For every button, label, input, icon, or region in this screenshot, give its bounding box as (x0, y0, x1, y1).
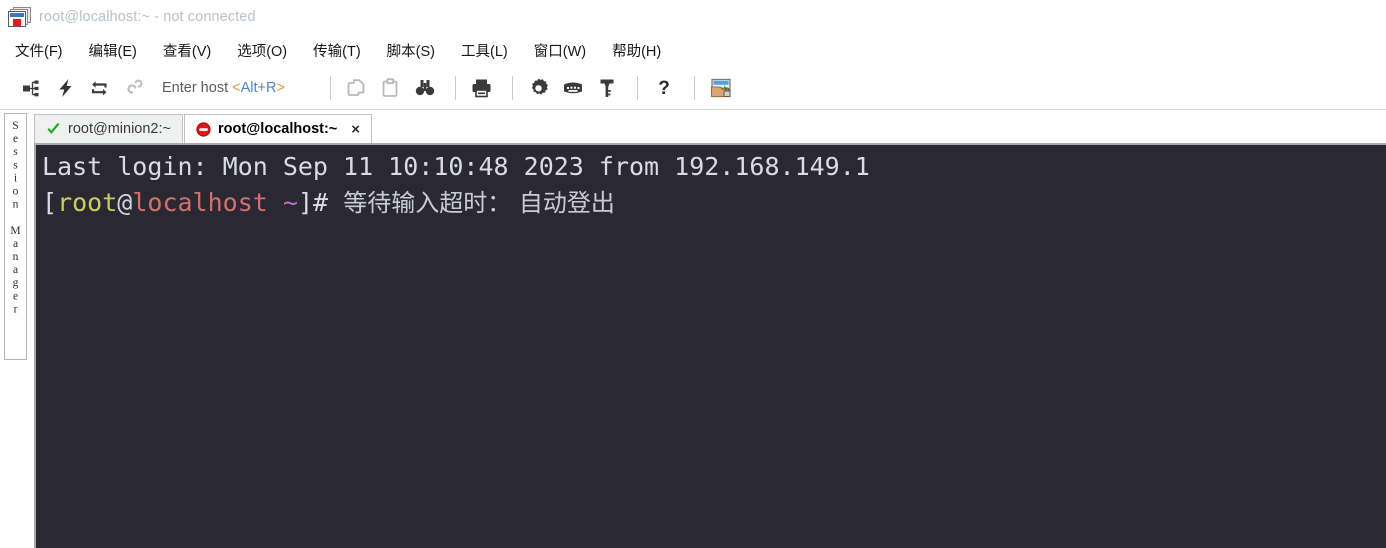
menu-help[interactable]: 帮助(H) (611, 38, 662, 63)
prompt-bracket-close: ]# (297, 188, 329, 217)
toolbar-separator-1 (329, 76, 331, 100)
menu-edit[interactable]: 编辑(E) (88, 38, 138, 63)
menu-options[interactable]: 选项(O) (236, 38, 288, 63)
prompt-tilde: ~ (282, 188, 298, 217)
connect-session-icon[interactable] (16, 74, 46, 102)
key-icon[interactable] (592, 74, 622, 102)
menu-tools[interactable]: 工具(L) (460, 38, 509, 63)
menu-view[interactable]: 查看(V) (162, 38, 212, 63)
tab-strip: root@minion2:~ root@localhost:~ × (26, 110, 1386, 143)
terminal-line-prompt: [root@localhost ~]# 等待输入超时： 自动登出 (42, 185, 1386, 221)
securecrt-window: root@localhost:~ - not connected 文件(F) 编… (0, 0, 1386, 548)
toolbar-separator-5 (693, 76, 695, 100)
host-field-shortcut: Alt+R (240, 80, 277, 96)
main-body: Session Manager root@minion2:~ root@loca… (0, 110, 1386, 548)
securecrt-app-icon (8, 6, 31, 27)
red-prohibited-icon (196, 121, 211, 137)
reconnect-arrows-icon[interactable] (84, 74, 114, 102)
host-field-prefix: Enter host (162, 80, 233, 96)
disconnect-broken-link-icon (118, 74, 148, 102)
prompt-at: @ (117, 188, 133, 217)
terminal-timeout-message: 等待输入超时： 自动登出 (328, 189, 615, 217)
prompt-user: root (57, 188, 118, 217)
tab-label: root@localhost:~ (217, 121, 338, 137)
host-field-shortcut-close: > (276, 80, 285, 96)
toolbar-separator-3 (511, 76, 513, 100)
last-login-text: Last login: Mon Sep 11 10:10:48 2023 fro… (42, 152, 870, 181)
toolbar: Enter host <Alt+R> ? (0, 67, 1386, 110)
toolbar-separator-2 (454, 76, 456, 100)
title-bar: root@localhost:~ - not connected (0, 0, 1386, 33)
terminal-wrapper: Last login: Mon Sep 11 10:10:48 2023 fro… (26, 143, 1386, 548)
prompt-bracket-open: [ (42, 188, 58, 217)
tab-label: root@minion2:~ (68, 121, 171, 137)
menu-script[interactable]: 脚本(S) (386, 38, 436, 63)
menu-file[interactable]: 文件(F) (14, 38, 64, 63)
print-icon[interactable] (467, 74, 497, 102)
terminal-line-last-login: Last login: Mon Sep 11 10:10:48 2023 fro… (42, 149, 1386, 185)
help-question-icon[interactable]: ? (649, 74, 679, 102)
menu-bar: 文件(F) 编辑(E) 查看(V) 选项(O) 传输(T) 脚本(S) 工具(L… (0, 33, 1386, 67)
quick-connect-lightning-icon[interactable] (50, 74, 80, 102)
session-manager-label: Session Manager (9, 120, 22, 317)
green-check-icon (47, 122, 60, 134)
find-binoculars-icon[interactable] (410, 74, 440, 102)
toolbar-separator-4 (636, 76, 638, 100)
host-field-shortcut-open: < (232, 80, 241, 96)
copy-icon (342, 74, 372, 102)
menu-window[interactable]: 窗口(W) (533, 38, 587, 63)
enter-host-field[interactable]: Enter host <Alt+R> (162, 80, 285, 96)
secure-file-transfer-icon[interactable] (706, 74, 736, 102)
tab-root-localhost[interactable]: root@localhost:~ × (183, 114, 373, 143)
gear-settings-icon[interactable] (524, 74, 554, 102)
window-title: root@localhost:~ - not connected (39, 8, 256, 25)
svg-text:?: ? (658, 78, 670, 99)
session-area: root@minion2:~ root@localhost:~ × Last l… (26, 110, 1386, 548)
menu-transfer[interactable]: 传输(T) (312, 38, 362, 63)
tab-root-minion2[interactable]: root@minion2:~ (34, 114, 183, 143)
tab-close-button[interactable]: × (351, 121, 360, 138)
prompt-host: localhost (132, 188, 268, 217)
terminal-screen[interactable]: Last login: Mon Sep 11 10:10:48 2023 fro… (34, 143, 1386, 548)
paste-icon (376, 74, 406, 102)
session-manager-panel[interactable]: Session Manager (4, 113, 27, 548)
terminal-left-gutter (26, 143, 34, 548)
keyboard-icon[interactable] (558, 74, 588, 102)
